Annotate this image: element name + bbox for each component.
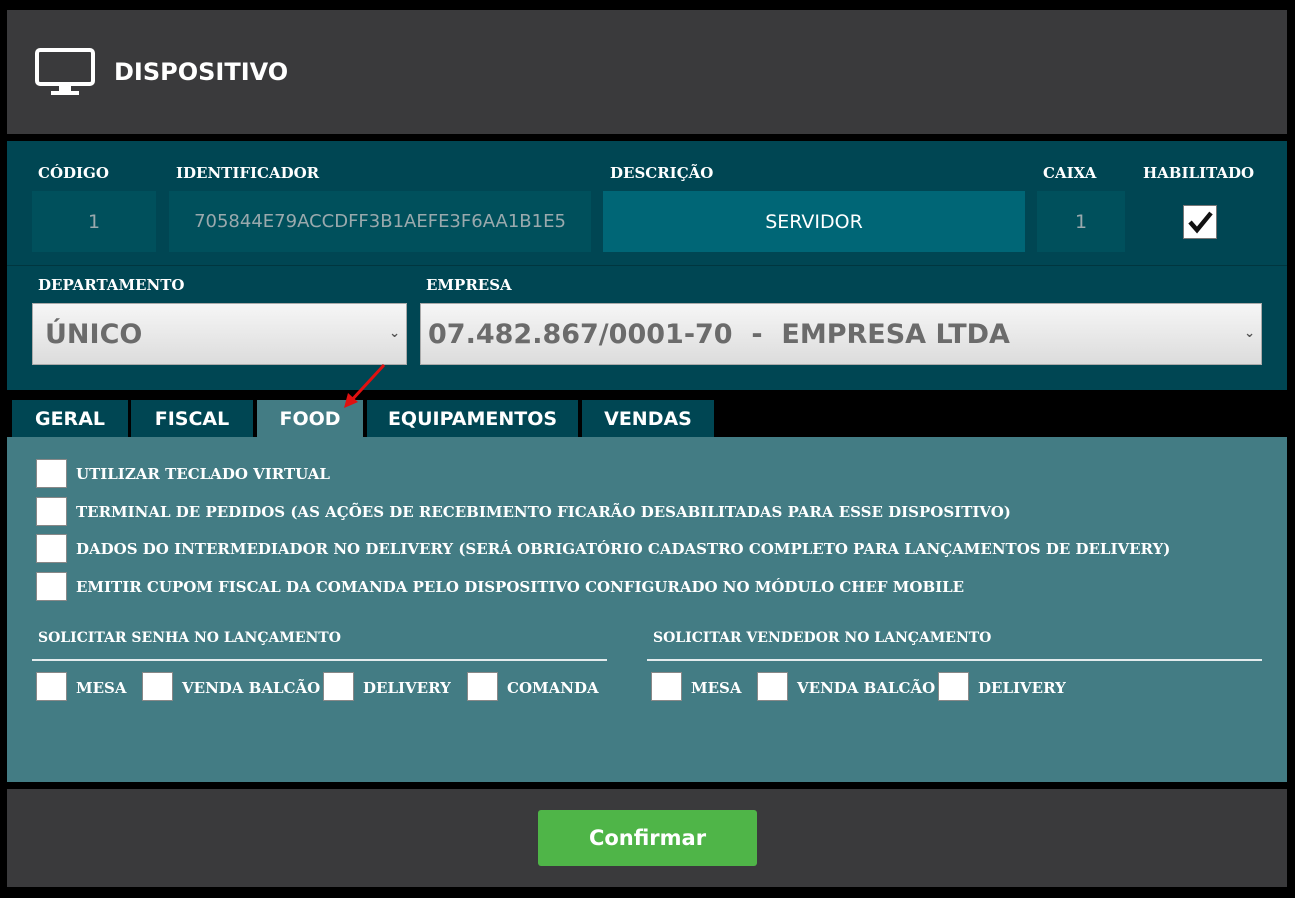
identificador-field[interactable]: 705844E79ACCDFF3B1AEFE3F6AA1B1E5 bbox=[169, 191, 591, 252]
codigo-field[interactable]: 1 bbox=[32, 191, 156, 252]
descricao-label: DESCRIÇÃO bbox=[610, 164, 714, 182]
vendedor-venda-balcao-checkbox[interactable] bbox=[757, 672, 788, 701]
dialog-footer: Confirmar bbox=[7, 789, 1287, 887]
vendedor-section-title: SOLICITAR VENDEDOR NO LANÇAMENTO bbox=[653, 630, 992, 646]
empresa-select[interactable]: 07.482.867/0001-70 - EMPRESA LTDA ⌄ bbox=[420, 303, 1262, 365]
teclado-virtual-checkbox[interactable] bbox=[36, 459, 67, 488]
senha-venda-balcao-label: VENDA BALCÃO bbox=[182, 679, 321, 697]
senha-mesa-label: MESA bbox=[76, 679, 127, 697]
vendedor-delivery-checkbox[interactable] bbox=[938, 672, 969, 701]
senha-mesa-checkbox[interactable] bbox=[36, 672, 67, 701]
senha-comanda-label: COMANDA bbox=[507, 679, 599, 697]
panel-divider bbox=[7, 265, 1287, 266]
vendedor-mesa-checkbox[interactable] bbox=[651, 672, 682, 701]
device-info-panel: CÓDIGO IDENTIFICADOR DESCRIÇÃO CAIXA HAB… bbox=[7, 141, 1287, 390]
departamento-select[interactable]: ÚNICO ⌄ bbox=[32, 303, 407, 365]
intermediador-delivery-checkbox[interactable] bbox=[36, 534, 67, 563]
senha-section-title: SOLICITAR SENHA NO LANÇAMENTO bbox=[38, 630, 341, 646]
vendedor-venda-balcao-label: VENDA BALCÃO bbox=[797, 679, 936, 697]
cupom-fiscal-label: EMITIR CUPOM FISCAL DA COMANDA PELO DISP… bbox=[76, 578, 965, 596]
departamento-value: ÚNICO bbox=[45, 318, 143, 350]
food-tab-panel: UTILIZAR TECLADO VIRTUAL TERMINAL DE PED… bbox=[7, 437, 1287, 782]
empresa-label: EMPRESA bbox=[426, 276, 512, 294]
chevron-down-icon: ⌄ bbox=[389, 326, 400, 341]
identificador-label: IDENTIFICADOR bbox=[176, 164, 320, 182]
annotation-arrow-icon bbox=[344, 363, 386, 408]
tab-fiscal[interactable]: FISCAL bbox=[131, 400, 253, 437]
monitor-icon bbox=[35, 48, 95, 95]
checkmark-icon bbox=[1188, 211, 1213, 234]
senha-divider bbox=[32, 659, 607, 661]
senha-venda-balcao-checkbox[interactable] bbox=[142, 672, 173, 701]
intermediador-delivery-label: DADOS DO INTERMEDIADOR NO DELIVERY (SERÁ… bbox=[76, 540, 1171, 558]
empresa-value: 07.482.867/0001-70 - EMPRESA LTDA bbox=[428, 318, 1010, 350]
dialog-title: DISPOSITIVO bbox=[114, 58, 289, 86]
descricao-field[interactable]: SERVIDOR bbox=[603, 191, 1025, 252]
senha-comanda-checkbox[interactable] bbox=[467, 672, 498, 701]
cupom-fiscal-checkbox[interactable] bbox=[36, 572, 67, 601]
vendedor-divider bbox=[647, 659, 1262, 661]
dialog-header: DISPOSITIVO bbox=[7, 10, 1287, 134]
caixa-field[interactable]: 1 bbox=[1037, 191, 1125, 252]
departamento-label: DEPARTAMENTO bbox=[38, 276, 185, 294]
habilitado-checkbox[interactable] bbox=[1183, 205, 1217, 239]
tab-geral[interactable]: GERAL bbox=[12, 400, 128, 437]
chevron-down-icon: ⌄ bbox=[1244, 326, 1255, 341]
tab-vendas[interactable]: VENDAS bbox=[582, 400, 714, 437]
teclado-virtual-label: UTILIZAR TECLADO VIRTUAL bbox=[76, 465, 330, 483]
terminal-pedidos-checkbox[interactable] bbox=[36, 497, 67, 526]
senha-delivery-checkbox[interactable] bbox=[323, 672, 354, 701]
caixa-label: CAIXA bbox=[1043, 164, 1097, 182]
habilitado-label: HABILITADO bbox=[1143, 164, 1255, 182]
vendedor-delivery-label: DELIVERY bbox=[978, 679, 1066, 697]
vendedor-mesa-label: MESA bbox=[691, 679, 742, 697]
tab-equipamentos[interactable]: EQUIPAMENTOS bbox=[367, 400, 578, 437]
confirm-button[interactable]: Confirmar bbox=[538, 810, 757, 866]
senha-delivery-label: DELIVERY bbox=[363, 679, 451, 697]
terminal-pedidos-label: TERMINAL DE PEDIDOS (AS AÇÕES DE RECEBIM… bbox=[76, 503, 1011, 521]
codigo-label: CÓDIGO bbox=[38, 164, 109, 182]
